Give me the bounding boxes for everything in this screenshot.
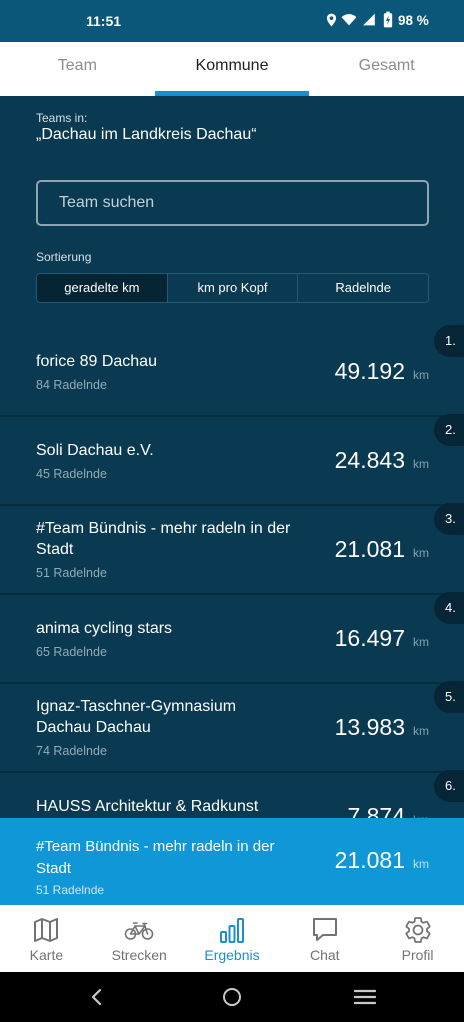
chat-icon <box>312 918 337 941</box>
own-team-km-unit: km <box>413 856 429 871</box>
nav-label: Karte <box>29 947 64 963</box>
team-km-unit: km <box>413 635 429 649</box>
team-name: forice 89 Dachau <box>36 352 157 370</box>
scope-tabs: Team Kommune Gesamt <box>0 42 464 96</box>
team-distance: 21.081 km <box>335 536 429 563</box>
team-km-value: 21.081 <box>334 536 405 562</box>
bottom-navigation: Karte Strecken Ergebnis Chat Profil <box>0 905 464 972</box>
team-members: 65 Radelnde <box>36 644 107 659</box>
team-km-unit: km <box>413 457 429 471</box>
team-name: anima cycling stars <box>36 619 173 637</box>
nav-ergebnis[interactable]: Ergebnis <box>186 905 279 972</box>
recents-icon[interactable] <box>354 989 376 1005</box>
own-team-km-value: 21.081 <box>334 846 405 873</box>
commune-title: „Dachau im Landkreis Dachau“ <box>36 126 257 143</box>
location-icon <box>326 13 337 27</box>
own-team-name: #Team Bündnis - mehr radeln in der Stadt <box>36 838 275 877</box>
nav-karte[interactable]: Karte <box>0 905 93 972</box>
nav-label: Strecken <box>111 947 167 963</box>
status-time: 11:51 <box>86 13 122 29</box>
team-distance: 13.983 km <box>335 714 429 741</box>
team-members: 45 Radelnde <box>36 466 107 481</box>
team-distance: 24.843 km <box>335 447 429 474</box>
own-team-bar[interactable]: #Team Bündnis - mehr radeln in der Stadt… <box>0 818 464 905</box>
results-content: Teams in: „Dachau im Landkreis Dachau“ S… <box>0 96 464 905</box>
team-search-box <box>36 180 429 226</box>
home-icon[interactable] <box>222 987 242 1007</box>
team-km-value: 16.497 <box>334 625 405 651</box>
rank-badge: 1. <box>434 325 464 357</box>
nav-profil[interactable]: Profil <box>371 905 464 972</box>
team-members: 84 Radelnde <box>36 377 107 392</box>
bike-icon <box>124 922 154 940</box>
team-km-value: 24.843 <box>334 447 405 473</box>
sort-option-km-per-head[interactable]: km pro Kopf <box>166 274 298 302</box>
sort-option-cyclists[interactable]: Radelnde <box>297 274 428 302</box>
team-name: Soli Dachau e.V. <box>36 441 154 459</box>
team-km-unit: km <box>413 546 429 560</box>
sort-label: Sortierung <box>36 250 92 264</box>
team-name: Ignaz-Taschner-Gymnasium Dachau Dachau <box>36 698 237 736</box>
team-row[interactable]: Soli Dachau e.V. 45 Radelnde 24.843 km 2… <box>0 414 464 506</box>
teams-in-caption: Teams in: <box>36 111 88 125</box>
team-members: 51 Radelnde <box>36 566 107 580</box>
sort-option-km[interactable]: geradelte km <box>37 274 167 302</box>
rank-badge: 3. <box>434 503 464 535</box>
bar-chart-icon <box>219 918 244 943</box>
back-icon[interactable] <box>89 988 105 1006</box>
team-name: HAUSS Architektur & Radkunst <box>36 797 259 815</box>
rank-badge: 2. <box>434 414 464 446</box>
team-info: anima cycling stars 65 Radelnde <box>36 618 294 660</box>
team-members: 74 Radelnde <box>36 744 107 758</box>
team-km-value: 49.192 <box>334 358 405 384</box>
nav-label: Profil <box>401 947 434 963</box>
system-navigation-bar <box>0 972 464 1022</box>
team-distance: 49.192 km <box>335 358 429 385</box>
rank-badge: 6. <box>434 770 464 802</box>
team-row[interactable]: #Team Bündnis - mehr radeln in der Stadt… <box>0 503 464 595</box>
map-icon <box>34 918 59 942</box>
team-row[interactable]: anima cycling stars 65 Radelnde 16.497 k… <box>0 592 464 684</box>
team-info: Ignaz-Taschner-Gymnasium Dachau Dachau 7… <box>36 696 294 759</box>
battery-percent: 98 % <box>398 13 429 28</box>
battery-charging-icon <box>383 11 393 28</box>
team-km-unit: km <box>413 368 429 382</box>
wifi-icon <box>341 14 357 26</box>
team-km-value: 13.983 <box>334 714 405 740</box>
own-team-distance: 21.081 km <box>335 847 429 874</box>
gear-icon <box>405 917 431 943</box>
status-bar: 11:51 98 % <box>0 0 464 42</box>
tab-kommune[interactable]: Kommune <box>154 42 310 96</box>
nav-label: Chat <box>310 947 340 963</box>
signal-icon <box>363 13 375 26</box>
team-km-unit: km <box>413 724 429 738</box>
team-info: Soli Dachau e.V. 45 Radelnde <box>36 440 294 482</box>
nav-label: Ergebnis <box>204 947 260 963</box>
rank-badge: 5. <box>434 681 464 713</box>
team-info: #Team Bündnis - mehr radeln in der Stadt… <box>36 518 294 581</box>
own-team-info: #Team Bündnis - mehr radeln in der Stadt… <box>36 836 294 905</box>
team-name: #Team Bündnis - mehr radeln in der Stadt <box>36 520 291 558</box>
team-search-input[interactable] <box>38 182 427 224</box>
team-info: forice 89 Dachau 84 Radelnde <box>36 351 294 393</box>
tab-team[interactable]: Team <box>0 42 155 96</box>
own-team-members: 51 Radelnde <box>36 883 105 897</box>
team-row[interactable]: forice 89 Dachau 84 Radelnde 49.192 km 1… <box>0 325 464 417</box>
team-distance: 16.497 km <box>335 625 429 652</box>
sort-segmented-control: geradelte km km pro Kopf Radelnde <box>36 273 429 303</box>
team-row[interactable]: Ignaz-Taschner-Gymnasium Dachau Dachau 7… <box>0 681 464 773</box>
rank-badge: 4. <box>434 592 464 624</box>
nav-chat[interactable]: Chat <box>278 905 371 972</box>
tab-gesamt[interactable]: Gesamt <box>309 42 464 96</box>
nav-strecken[interactable]: Strecken <box>93 905 186 972</box>
team-ranking-list: forice 89 Dachau 84 Radelnde 49.192 km 1… <box>0 325 464 862</box>
